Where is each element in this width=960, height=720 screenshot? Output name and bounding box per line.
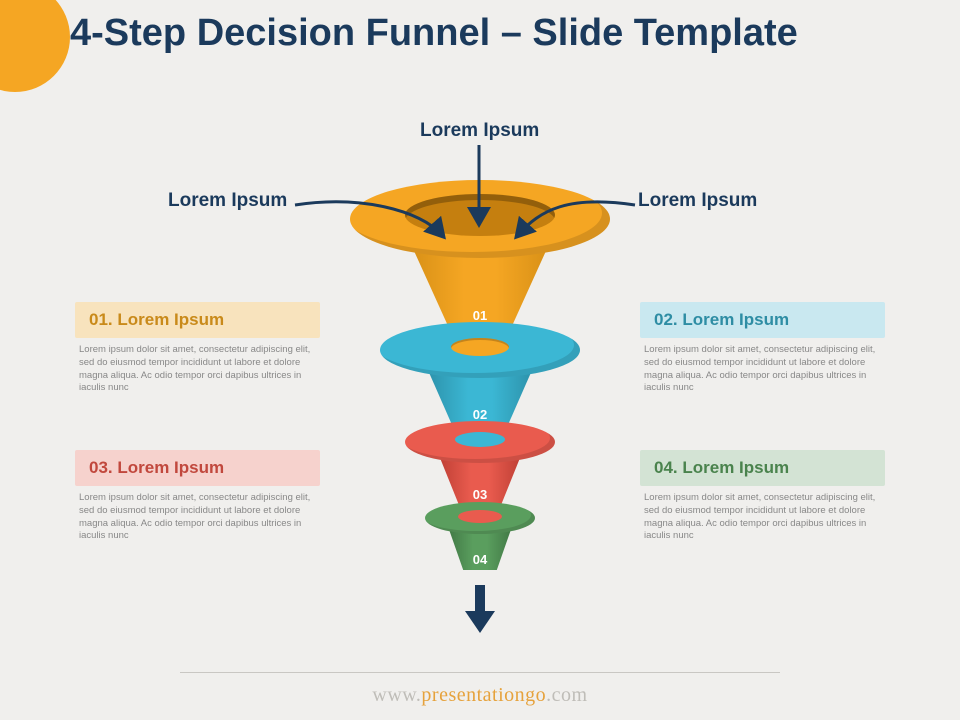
footer-url: www.presentationgo.com	[0, 684, 960, 707]
callout-heading: 02. Lorem Ipsum	[640, 302, 885, 338]
segment-number: 01	[473, 308, 487, 323]
callout-2: 02. Lorem Ipsum Lorem ipsum dolor sit am…	[640, 302, 885, 395]
segment-number: 04	[473, 552, 487, 567]
callout-body: Lorem ipsum dolor sit amet, consectetur …	[640, 338, 885, 395]
callout-heading: 03. Lorem Ipsum	[75, 450, 320, 486]
brand-circle	[0, 0, 70, 92]
footer-suffix: .com	[546, 684, 587, 706]
callout-body: Lorem ipsum dolor sit amet, consectetur …	[640, 486, 885, 543]
funnel-graphic: 01 02 03 04	[350, 180, 610, 574]
segment-number: 03	[473, 487, 487, 502]
footer-mid: presentationgo	[421, 684, 546, 706]
input-label-right: Lorem Ipsum	[638, 190, 757, 212]
funnel-segment-3: 03	[350, 421, 610, 506]
callout-3: 03. Lorem Ipsum Lorem ipsum dolor sit am…	[75, 450, 320, 543]
callout-body: Lorem ipsum dolor sit amet, consectetur …	[75, 338, 320, 395]
footer-prefix: www.	[372, 684, 421, 706]
footer-divider	[180, 672, 780, 673]
funnel-segment-2: 02	[350, 322, 610, 427]
callout-body: Lorem ipsum dolor sit amet, consectetur …	[75, 486, 320, 543]
callout-4: 04. Lorem Ipsum Lorem ipsum dolor sit am…	[640, 450, 885, 543]
input-label-left: Lorem Ipsum	[168, 190, 287, 212]
callout-heading: 01. Lorem Ipsum	[75, 302, 320, 338]
callout-1: 01. Lorem Ipsum Lorem ipsum dolor sit am…	[75, 302, 320, 395]
funnel-segment-1: 01	[350, 180, 610, 330]
output-arrow-icon	[463, 585, 497, 635]
funnel-segment-4: 04	[350, 502, 610, 574]
input-label-top: Lorem Ipsum	[420, 120, 539, 142]
segment-number: 02	[473, 407, 487, 422]
slide-title: 4-Step Decision Funnel – Slide Template	[70, 12, 798, 56]
callout-heading: 04. Lorem Ipsum	[640, 450, 885, 486]
